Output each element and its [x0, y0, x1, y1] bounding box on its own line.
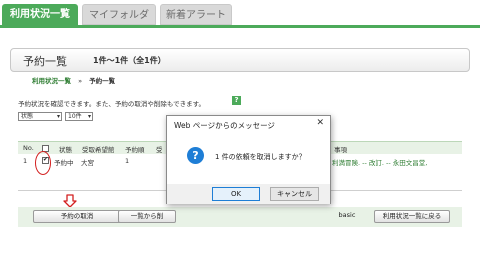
close-icon[interactable]: ✕ [316, 118, 324, 128]
breadcrumb-current: 予約一覧 [89, 77, 116, 85]
page-title-box: 予約一覧 1件～1件（全1件） [10, 48, 470, 72]
page-title: 予約一覧 [23, 55, 67, 68]
dialog-message: 1 件の依頼を取消しますか？ [215, 153, 306, 161]
breadcrumb-usage-status[interactable]: 利用状況一覧 [32, 77, 71, 85]
row-no: 1 [23, 157, 28, 165]
cancel-reservation-button[interactable]: 予約の取消 [33, 210, 121, 223]
col-detail: 事項 [334, 146, 347, 154]
tab-new-alerts[interactable]: 新着アラート [160, 4, 232, 25]
dialog-body: ? 1 件の依頼を取消しますか？ [167, 133, 330, 184]
page-description: 予約状況を確認できます。また、予約の取消や削除もできます。 [18, 100, 205, 108]
col-status: 状態 [59, 146, 72, 154]
ok-button[interactable]: OK [212, 187, 260, 201]
breadcrumb-separator: » [78, 77, 83, 85]
action-bar: 予約の取消 一覧から削 basic 利用状況一覧に戻る [18, 207, 462, 227]
row-order: 1 [125, 157, 130, 165]
chevron-down-icon: ▾ [87, 113, 91, 120]
status-select-value: 状態 [21, 113, 34, 120]
per-page-select[interactable]: 10件 ▾ [65, 112, 93, 121]
highlight-circle [35, 151, 51, 175]
col-order: 予約順 [125, 146, 145, 154]
dialog-footer: OK キャンセル [167, 184, 330, 204]
row-detail-link[interactable]: 利満冒険. -- 改訂. -- 永田文昌堂, [332, 157, 427, 167]
help-icon[interactable]: ? [232, 96, 241, 105]
result-count: 1件～1件（全1件） [93, 56, 166, 65]
breadcrumb: 利用状況一覧 » 予約一覧 [32, 75, 115, 85]
col-partial: 受 [156, 146, 163, 154]
tab-bar: 利用状況一覧 マイフォルダ 新着アラート [0, 0, 480, 28]
dialog-title: Web ページからのメッセージ [174, 121, 275, 130]
remove-from-list-button[interactable]: 一覧から削 [118, 210, 176, 223]
tab-my-folder[interactable]: マイフォルダ [82, 4, 156, 25]
col-branch: 受取希望館 [82, 146, 115, 154]
row-status: 予約中 [54, 159, 74, 167]
cancel-button[interactable]: キャンセル [270, 187, 319, 201]
row-branch: 大宮 [81, 159, 94, 167]
question-icon: ? [187, 147, 204, 164]
col-no: No. [23, 144, 34, 152]
per-page-select-value: 10件 [68, 113, 82, 120]
tab-usage-status[interactable]: 利用状況一覧 [2, 4, 78, 25]
chevron-down-icon: ▾ [56, 113, 60, 120]
confirm-dialog: Web ページからのメッセージ ✕ ? 1 件の依頼を取消しますか？ OK キャ… [166, 115, 331, 204]
basic-button-label[interactable]: basic [328, 210, 366, 223]
back-to-usage-status-button[interactable]: 利用状況一覧に戻る [374, 210, 450, 223]
status-select[interactable]: 状態 ▾ [18, 112, 62, 121]
